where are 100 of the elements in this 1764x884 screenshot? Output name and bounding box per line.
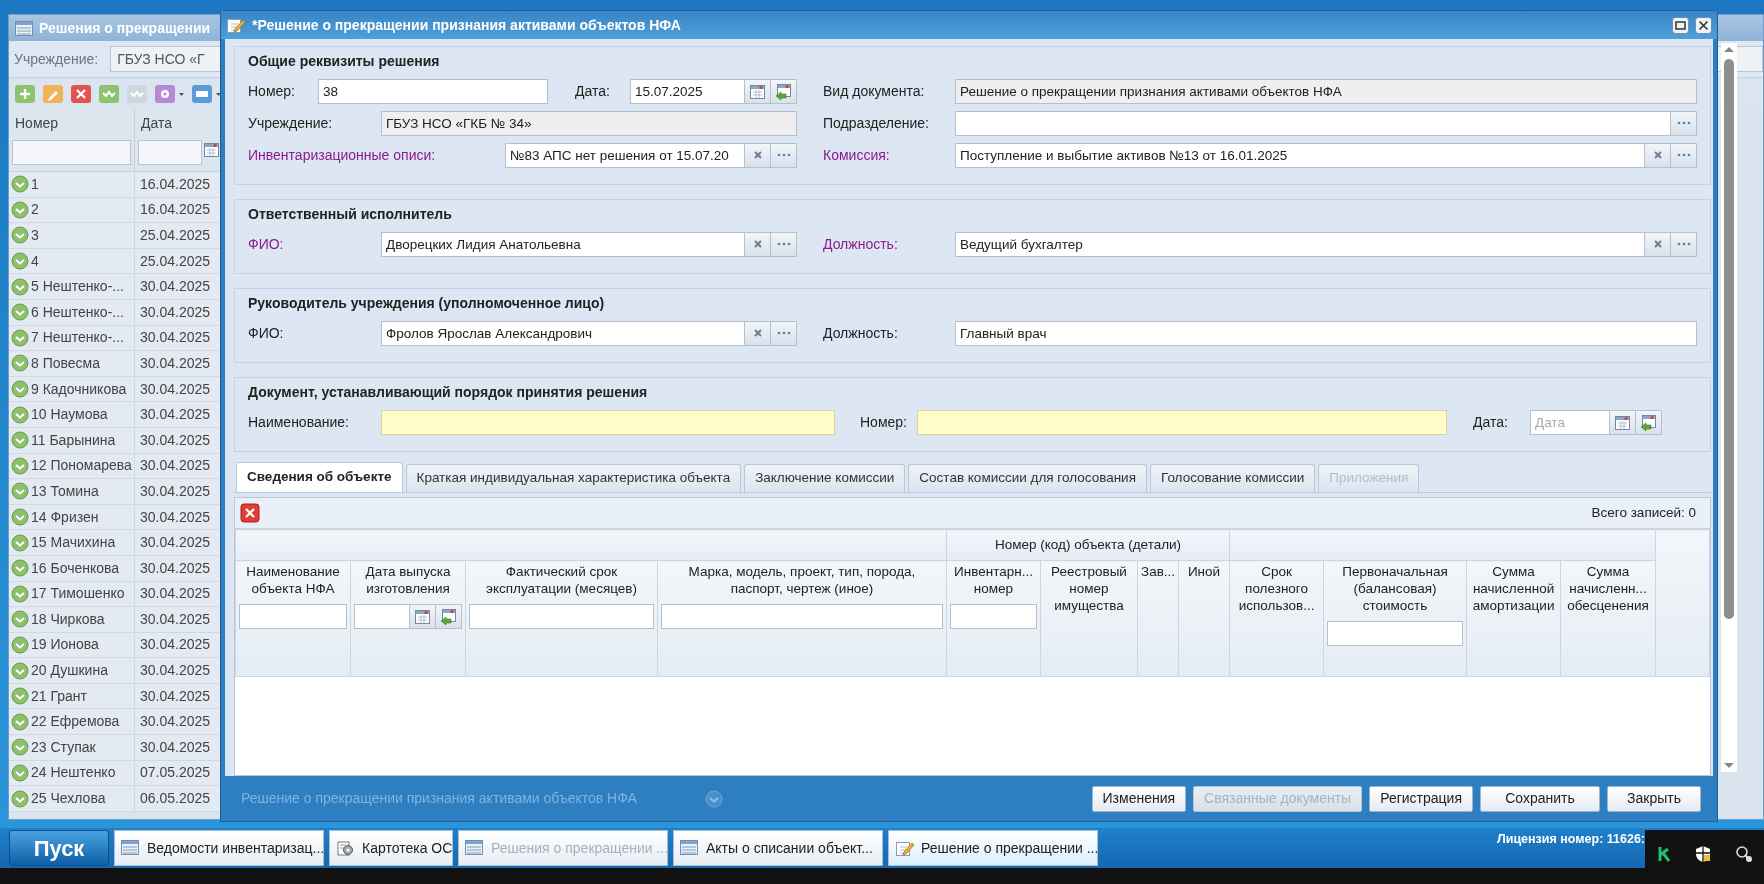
delete-icon[interactable]	[70, 83, 92, 104]
filter-field[interactable]	[661, 603, 943, 629]
calendar-button[interactable]	[410, 603, 436, 629]
input-field[interactable]: Решение о прекращении признания активами объектов НФА	[955, 78, 1698, 104]
tray-status-icon[interactable]	[1734, 845, 1753, 863]
record-count: Всего записей: 0	[1591, 503, 1697, 522]
gear-icon[interactable]	[154, 83, 185, 104]
table-cell-text: 06.05.2025	[139, 789, 211, 809]
tab[interactable]: Сведения об объекте	[236, 462, 403, 492]
calendar-button[interactable]	[745, 78, 771, 104]
field-label: Должность:	[823, 234, 899, 254]
column-title: Фактический срок эксплуатации (месяцев)	[486, 564, 637, 596]
input-field[interactable]: №83 АПС нет решения от 15.07.20	[505, 142, 745, 168]
input-field[interactable]: Дворецких Лидия Анатольевна	[381, 231, 745, 257]
table-cell-text: 30.04.2025	[139, 609, 211, 629]
taskbar-item[interactable]: Решение о прекращении ...	[888, 830, 1098, 866]
taskbar-label: Решение о прекращении ...	[921, 838, 1099, 858]
dialog-button[interactable]: Сохранить	[1480, 785, 1600, 812]
table-cell-text: 30.04.2025	[139, 686, 211, 706]
status-check-icon	[11, 508, 29, 526]
browse-icon	[1675, 152, 1692, 158]
browse-button[interactable]	[771, 142, 797, 168]
column-header[interactable]: Номер	[9, 109, 135, 171]
taskbar-item[interactable]: Картотека ОС	[329, 830, 453, 866]
today-button[interactable]	[1636, 409, 1662, 435]
input-field[interactable]: Поступление и выбытие активов №13 от 16.01.2025	[955, 142, 1646, 168]
column-header[interactable]: Первоначальная (балансовая) стоимость	[1323, 560, 1467, 677]
calendar-icon[interactable]	[202, 140, 222, 160]
list-row-text: Решение о прекращении признания активами объектов НФА	[241, 789, 637, 808]
tray-app-icon[interactable]	[1656, 845, 1673, 863]
delete-icon[interactable]	[240, 503, 260, 523]
table-cell-text: 30.04.2025	[139, 533, 211, 553]
dialog-button[interactable]: Регистрация	[1369, 785, 1473, 812]
calendar-button[interactable]	[1610, 409, 1636, 435]
filter-field[interactable]	[138, 140, 202, 165]
status-check-icon	[11, 789, 29, 808]
column-header[interactable]: Дата выпуска изготовления	[350, 560, 466, 677]
column-header[interactable]: Наименование объекта НФА	[235, 560, 351, 677]
table-cell-text: 2	[31, 200, 39, 220]
column-header[interactable]: Иной	[1178, 560, 1230, 677]
input-field[interactable]	[955, 110, 1672, 136]
column-header[interactable]: Реестровый номер имущества	[1040, 560, 1138, 677]
clear-button[interactable]	[1645, 231, 1672, 257]
table-cell-text: 30.04.2025	[139, 507, 211, 527]
column-header[interactable]: Фактический срок эксплуатации (месяцев)	[465, 560, 658, 677]
filter-field[interactable]	[354, 603, 410, 629]
filter-field[interactable]	[950, 603, 1037, 629]
column-header[interactable]: Сумма начисленн... обесценения	[1560, 560, 1656, 677]
today-button[interactable]	[436, 603, 462, 629]
browse-button[interactable]	[771, 231, 797, 257]
tab[interactable]: Голосование комиссии	[1150, 464, 1316, 492]
close-icon[interactable]	[1695, 16, 1712, 34]
tab[interactable]: Краткая индивидуальная характеристика объекта	[405, 464, 742, 492]
browse-button[interactable]	[1671, 231, 1698, 257]
taskbar-item[interactable]: Ведомости инвентаризац...	[114, 830, 324, 866]
clear-button[interactable]	[1645, 142, 1672, 168]
table-cell-text: 19 Ионова	[31, 635, 99, 655]
vertical-scrollbar[interactable]	[1721, 43, 1738, 772]
add-icon[interactable]	[14, 83, 36, 104]
browse-button[interactable]	[771, 320, 797, 346]
input-field[interactable]	[917, 409, 1447, 435]
shield-icon[interactable]	[1694, 845, 1713, 863]
field-label: Подразделение:	[823, 113, 930, 133]
input-field[interactable]: 38	[318, 78, 548, 104]
filter-field[interactable]	[1327, 620, 1464, 646]
filter-field[interactable]	[12, 140, 131, 165]
date-field[interactable]: Дата	[1530, 409, 1610, 435]
start-button[interactable]: Пуск	[9, 830, 109, 866]
column-header[interactable]: Срок полезного использов...	[1229, 560, 1324, 677]
input-field[interactable]	[381, 409, 835, 435]
clear-icon	[1651, 238, 1664, 250]
dialog-button[interactable]: Закрыть	[1607, 785, 1701, 812]
browse-button[interactable]	[1671, 110, 1698, 136]
input-field[interactable]: Главный врач	[955, 320, 1698, 346]
dialog-button[interactable]: Изменения	[1091, 785, 1187, 812]
clear-button[interactable]	[745, 320, 771, 346]
tab[interactable]: Заключение комиссии	[744, 464, 906, 492]
table-cell-text: 25.04.2025	[139, 226, 211, 245]
field-label: Вид документа:	[823, 81, 926, 101]
edit-icon[interactable]	[42, 83, 64, 104]
input-field[interactable]: ГБУЗ НСО «ГКБ № 34»	[381, 110, 797, 136]
filter-field[interactable]	[239, 603, 347, 629]
column-header[interactable]: Марка, модель, проект, тип, порода, паспорт, чертеж (иное)	[657, 560, 947, 677]
maximize-icon[interactable]	[1672, 16, 1689, 34]
table-cell-text: 30.04.2025	[139, 558, 211, 578]
clear-button[interactable]	[745, 142, 771, 168]
clear-button[interactable]	[745, 231, 771, 257]
input-field[interactable]: Ведущий бухгалтер	[955, 231, 1646, 257]
section-title: Ответственный исполнитель	[248, 205, 453, 224]
date-field[interactable]: 15.07.2025	[630, 78, 745, 104]
column-header[interactable]: Инвентарн... номер	[946, 560, 1041, 677]
column-header[interactable]: Сумма начисленной амортизации	[1466, 560, 1561, 677]
column-header[interactable]: Зав...	[1137, 560, 1179, 677]
filter-field[interactable]	[469, 603, 654, 629]
tab[interactable]: Состав комиссии для голосования	[908, 464, 1147, 492]
input-field[interactable]: Фролов Ярослав Александрович	[381, 320, 745, 346]
status-check-icon	[11, 738, 29, 757]
today-button[interactable]	[771, 78, 797, 104]
taskbar-item[interactable]: Акты о списании объект...	[673, 830, 883, 866]
browse-button[interactable]	[1671, 142, 1698, 168]
